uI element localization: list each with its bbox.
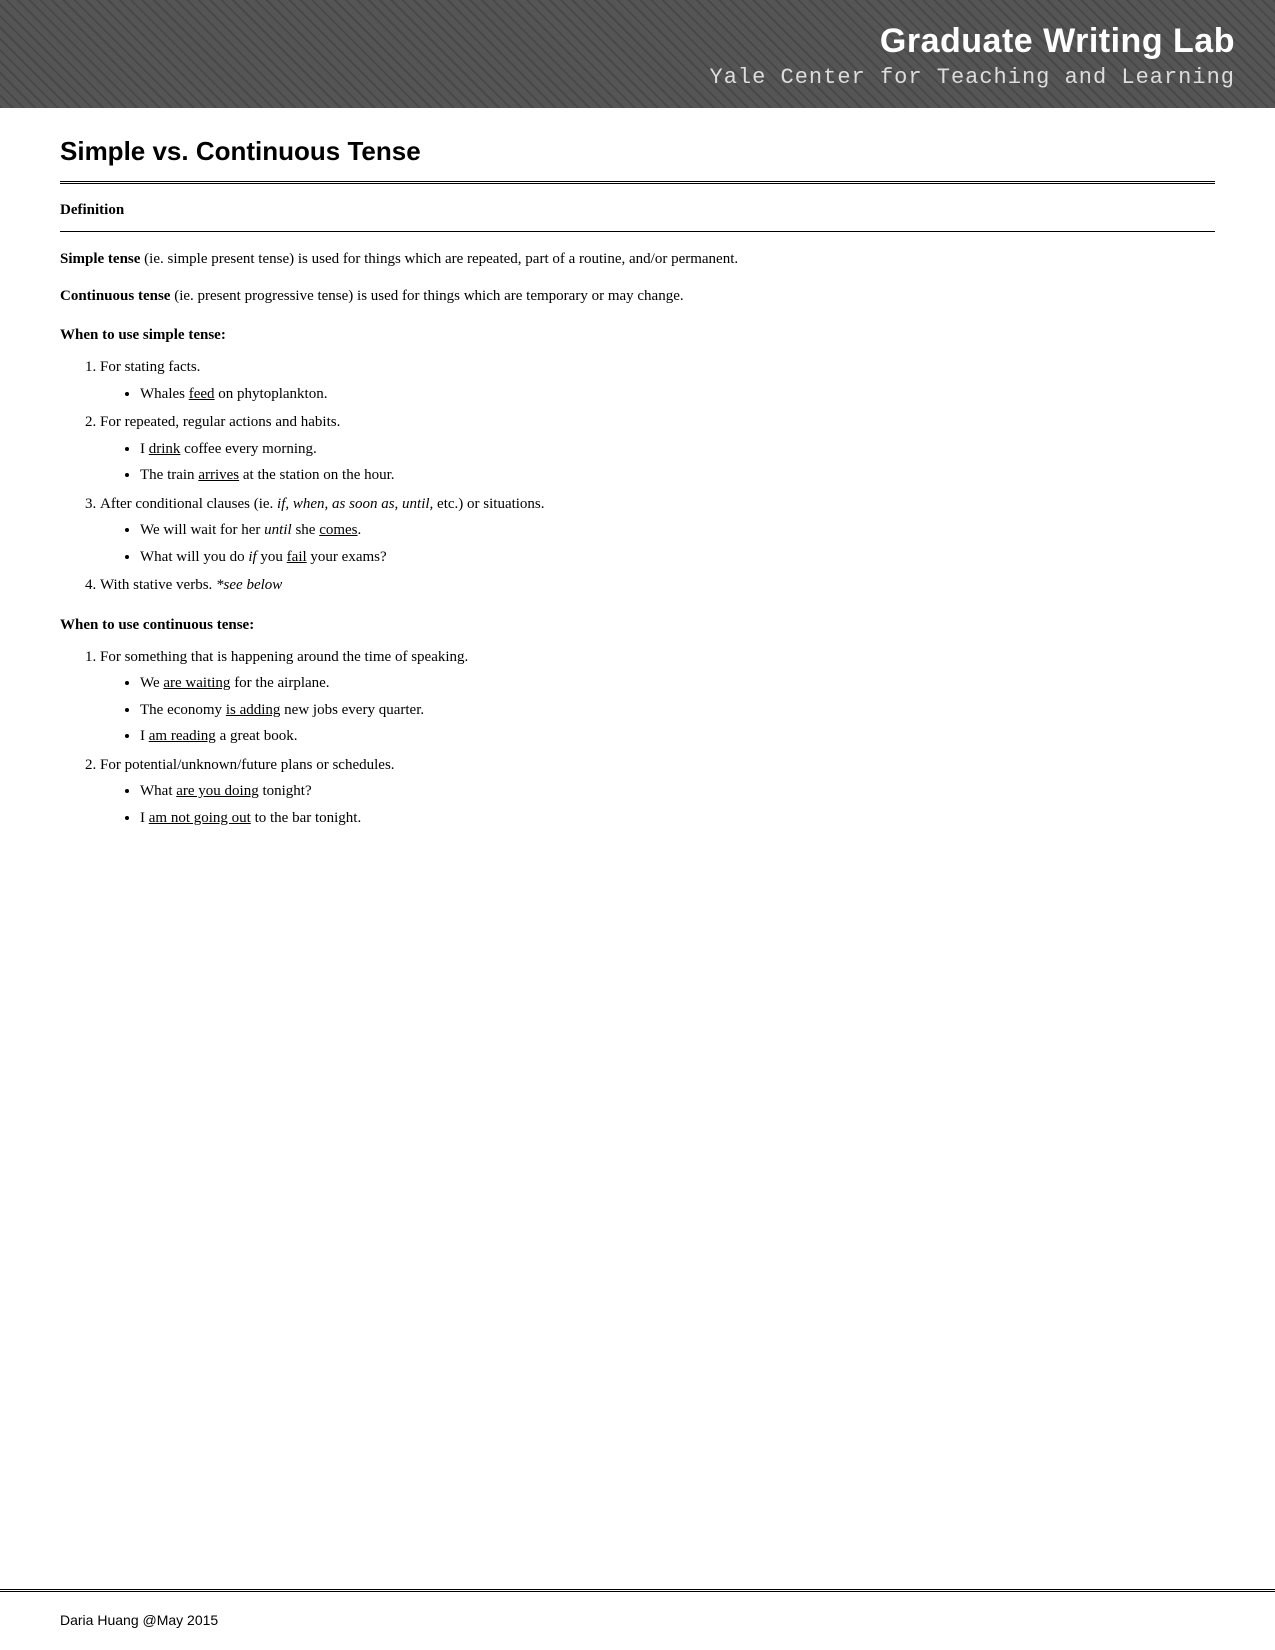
continuous-tense-section: When to use continuous tense: For someth… [60,617,1215,830]
simple-tense-para: Simple tense (ie. simple present tense) … [60,248,1215,271]
list-item-text: For stating facts. [100,359,200,375]
title-divider [60,181,1215,184]
list-item: I drink coffee every morning. [140,438,1215,461]
list-item-text: For repeated, regular actions and habits… [100,414,340,430]
list-item: What will you do if you fail your exams? [140,546,1215,569]
underline-word: arrives [198,467,239,483]
continuous-tense-para: Continuous tense (ie. present progressiv… [60,285,1215,308]
italic-note: *see below [216,577,282,593]
list-item: With stative verbs. *see below [100,574,1215,597]
list-item: The train arrives at the station on the … [140,464,1215,487]
footer-divider [0,1589,1275,1592]
underline-word: feed [189,386,215,402]
page-title: Simple vs. Continuous Tense [60,136,1215,167]
continuous-tense-list: For something that is happening around t… [100,646,1215,830]
simple-tense-desc: (ie. simple present tense) is used for t… [140,251,738,267]
definition-section: Definition Simple tense (ie. simple pres… [60,202,1215,307]
list-item: I am reading a great book. [140,725,1215,748]
underline-word: is adding [226,702,281,718]
list-item: What are you doing tonight? [140,780,1215,803]
simple-sub-list: Whales feed on phytoplankton. [140,383,1215,406]
list-item-text: With stative verbs. *see below [100,577,282,593]
list-item-text: For something that is happening around t… [100,649,468,665]
footer: Daria Huang @May 2015 [0,1600,1275,1650]
underline-word: am reading [149,728,216,744]
list-item: Whales feed on phytoplankton. [140,383,1215,406]
simple-tense-section: When to use simple tense: For stating fa… [60,327,1215,597]
header-title: Graduate Writing Lab [40,22,1235,61]
list-item: We are waiting for the airplane. [140,672,1215,695]
when-continuous-heading: When to use continuous tense: [60,617,1215,634]
definition-heading: Definition [60,202,1215,219]
header-subtitle: Yale Center for Teaching and Learning [40,65,1235,90]
list-item-text: After conditional clauses (ie. if, when,… [100,496,545,512]
list-item: The economy is adding new jobs every qua… [140,699,1215,722]
continuous-tense-desc: (ie. present progressive tense) is used … [170,288,683,304]
list-item-text: For potential/unknown/future plans or sc… [100,757,395,773]
italic-word: until [264,522,292,538]
continuous-sub-list-1: We are waiting for the airplane. The eco… [140,672,1215,748]
continuous-tense-term: Continuous tense [60,288,170,304]
when-simple-heading: When to use simple tense: [60,327,1215,344]
main-content: Simple vs. Continuous Tense Definition S… [0,108,1275,1589]
simple-tense-term: Simple tense [60,251,140,267]
definition-divider [60,231,1215,232]
list-item: We will wait for her until she comes. [140,519,1215,542]
list-item: For potential/unknown/future plans or sc… [100,754,1215,830]
list-item: For something that is happening around t… [100,646,1215,748]
footer-text: Daria Huang @May 2015 [60,1612,218,1628]
underline-word: fail [287,549,307,565]
simple-tense-list: For stating facts. Whales feed on phytop… [100,356,1215,597]
simple-sub-list-3: We will wait for her until she comes. Wh… [140,519,1215,568]
underline-word: drink [149,441,181,457]
continuous-sub-list-2: What are you doing tonight? I am not goi… [140,780,1215,829]
italic-word: if [248,549,256,565]
underline-word: comes [319,522,357,538]
list-item: After conditional clauses (ie. if, when,… [100,493,1215,569]
list-item: For repeated, regular actions and habits… [100,411,1215,487]
underline-word: am not going out [149,810,251,826]
simple-sub-list-2: I drink coffee every morning. The train … [140,438,1215,487]
footer-area: Daria Huang @May 2015 [0,1589,1275,1650]
underline-word: are waiting [163,675,230,691]
list-item: For stating facts. Whales feed on phytop… [100,356,1215,405]
underline-word: are you doing [176,783,258,799]
page-header: Graduate Writing Lab Yale Center for Tea… [0,0,1275,108]
list-item: I am not going out to the bar tonight. [140,807,1215,830]
